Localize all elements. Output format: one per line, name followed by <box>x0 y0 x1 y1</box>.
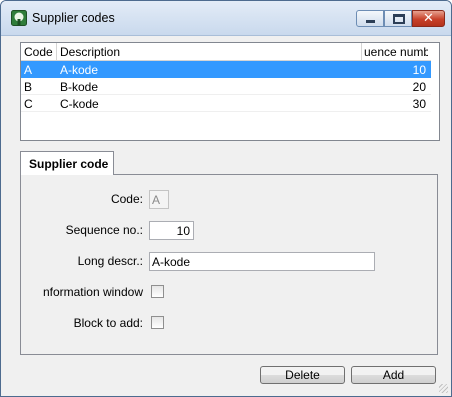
row-sequence: 10 <box>412 63 426 77</box>
table-row[interactable]: B B-kode 20 <box>21 78 431 95</box>
row-sequence: 20 <box>412 80 426 94</box>
resize-grip[interactable] <box>439 384 448 393</box>
long-descr-value: A-kode <box>152 255 191 269</box>
title-bar[interactable]: Supplier codes ✕ <box>1 1 451 36</box>
add-button[interactable]: Add <box>351 366 436 384</box>
delete-button[interactable]: Delete <box>260 366 345 384</box>
column-header-sequence[interactable]: uence number <box>364 45 428 59</box>
sequence-label: Sequence no.: <box>65 223 143 237</box>
tab-supplier-code[interactable]: Supplier code <box>20 151 114 175</box>
tab-label: Supplier code <box>29 157 109 171</box>
app-icon <box>11 10 27 26</box>
table-row[interactable]: C C-kode 30 <box>21 95 431 112</box>
code-label: Code: <box>110 192 143 206</box>
column-divider[interactable] <box>56 43 57 60</box>
supplier-code-panel: Code: A Sequence no.: 10 Long descr.: A-… <box>20 174 438 355</box>
block-to-add-label: Block to add: <box>73 316 143 330</box>
maximize-button[interactable] <box>384 10 412 27</box>
table-row[interactable]: A A-kode 10 <box>21 61 431 78</box>
minimize-button[interactable] <box>356 10 384 27</box>
row-sequence: 30 <box>412 97 426 111</box>
code-field: A <box>149 190 169 209</box>
long-descr-label: Long descr.: <box>77 254 143 268</box>
list-header: Code Description uence number <box>21 43 431 61</box>
close-icon: ✕ <box>423 11 434 26</box>
row-description: B-kode <box>60 80 99 94</box>
delete-button-label: Delete <box>285 368 320 382</box>
list-scroll-gutter <box>431 43 439 140</box>
block-to-add-checkbox[interactable] <box>151 316 164 329</box>
information-window-checkbox[interactable] <box>151 285 164 298</box>
close-button[interactable]: ✕ <box>412 10 445 27</box>
code-value: A <box>152 193 161 207</box>
long-descr-input[interactable]: A-kode <box>149 252 375 271</box>
add-button-label: Add <box>382 368 405 382</box>
supplier-code-list[interactable]: Code Description uence number A A-kode 1… <box>20 42 440 141</box>
row-description: A-kode <box>60 63 99 77</box>
minimize-icon <box>366 20 375 23</box>
sequence-value: 10 <box>176 224 190 238</box>
column-divider[interactable] <box>361 43 362 60</box>
column-header-description[interactable]: Description <box>60 45 120 59</box>
row-description: C-kode <box>60 97 99 111</box>
supplier-codes-window: Supplier codes ✕ Code Description uence … <box>0 0 452 397</box>
column-header-code[interactable]: Code <box>24 45 53 59</box>
window-title: Supplier codes <box>32 11 115 25</box>
row-code: C <box>24 97 33 111</box>
sequence-input[interactable]: 10 <box>149 221 194 240</box>
information-window-label: nformation window <box>42 285 143 299</box>
row-code: A <box>24 63 33 77</box>
row-code: B <box>24 80 33 94</box>
maximize-icon <box>393 14 405 24</box>
